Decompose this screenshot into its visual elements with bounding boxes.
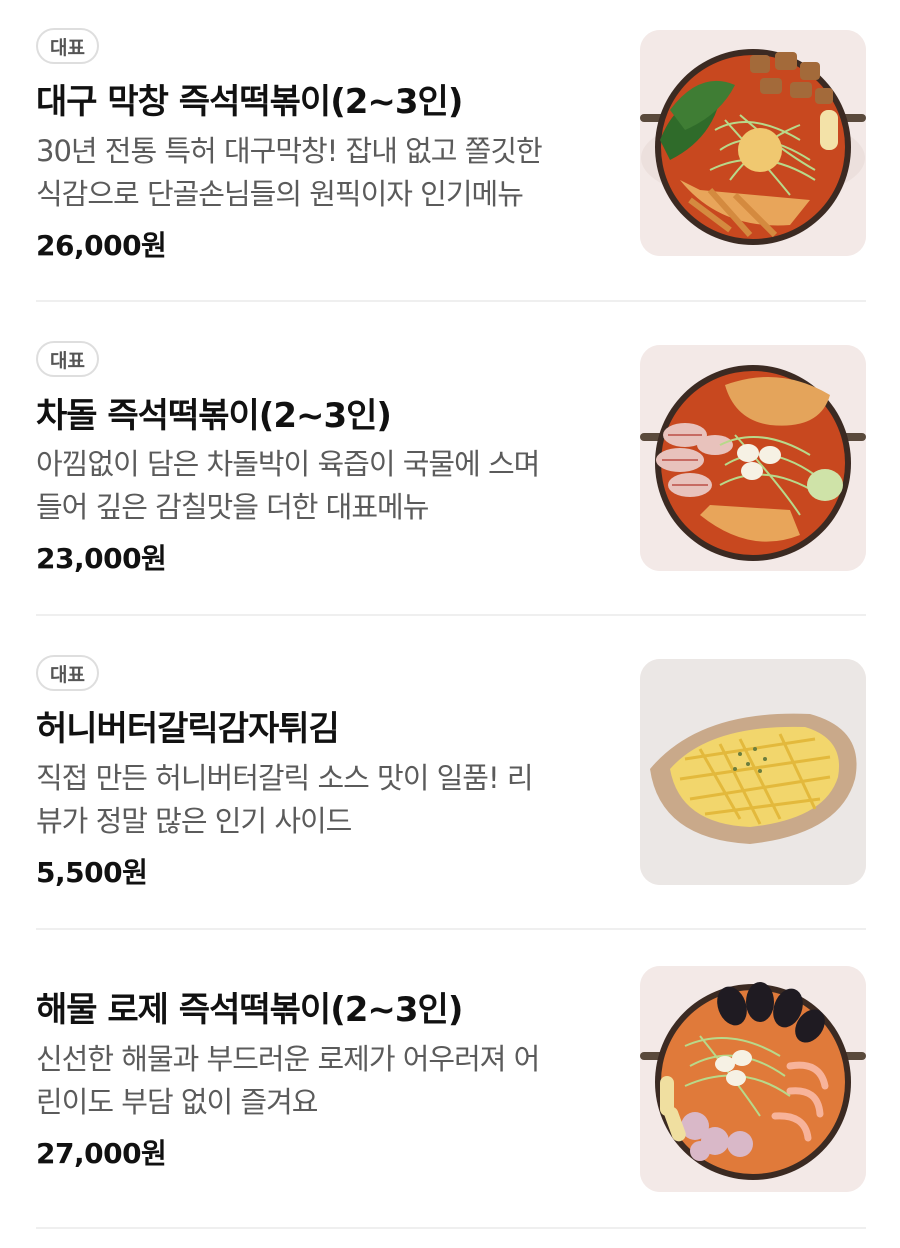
menu-item-name: 해물 로제 즉석떡볶이(2~3인) — [36, 990, 463, 1030]
menu-item-seafood-rose-tteokbokki[interactable]: 해물 로제 즉석떡볶이(2~3인) 신선한 해물과 부드러운 로제가 어우러져 … — [36, 966, 866, 1194]
menu-item-price: 26,000원 — [36, 229, 167, 262]
divider — [36, 614, 866, 616]
menu-item-chadol-tteokbokki[interactable]: 대표 차돌 즉석떡볶이(2~3인) 아낌없이 담은 차돌박이 육즙이 국물에 스… — [36, 341, 866, 575]
menu-item-name: 차돌 즉석떡볶이(2~3인) — [36, 396, 392, 436]
menu-item-price: 23,000원 — [36, 542, 167, 575]
menu-item-name: 대구 막창 즉석떡볶이(2~3인) — [36, 82, 463, 122]
menu-item-price: 27,000원 — [36, 1137, 167, 1170]
signature-badge: 대표 — [36, 655, 99, 691]
menu-list: 대표 대구 막창 즉석떡볶이(2~3인) 30년 전통 특허 대구막창! 잡내 … — [0, 0, 900, 1248]
divider — [36, 300, 866, 302]
menu-item-description: 30년 전통 특허 대구막창! 잡내 없고 쫄깃한 식감으로 단골손님들의 원픽… — [36, 134, 543, 211]
menu-item-photo[interactable] — [640, 345, 866, 571]
divider — [36, 928, 866, 930]
signature-badge: 대표 — [36, 28, 99, 64]
signature-badge: 대표 — [36, 341, 99, 377]
menu-item-photo[interactable] — [640, 966, 866, 1192]
menu-item-photo[interactable] — [640, 30, 866, 256]
menu-item-photo[interactable] — [640, 659, 866, 885]
menu-item-description: 직접 만든 허니버터갈릭 소스 맛이 일품! 리 뷰가 정말 많은 인기 사이드 — [36, 761, 534, 838]
menu-item-description: 아낌없이 담은 차돌박이 육즙이 국물에 스며 들어 깊은 감칠맛을 더한 대표… — [36, 447, 540, 524]
menu-item-description: 신선한 해물과 부드러운 로제가 어우러져 어 린이도 부담 없이 즐겨요 — [36, 1042, 540, 1119]
menu-item-makchang-tteokbokki[interactable]: 대표 대구 막창 즉석떡볶이(2~3인) 30년 전통 특허 대구막창! 잡내 … — [36, 28, 866, 262]
menu-item-name: 허니버터갈릭감자튀김 — [36, 709, 340, 749]
menu-item-honey-butter-fries[interactable]: 대표 허니버터갈릭감자튀김 직접 만든 허니버터갈릭 소스 맛이 일품! 리 뷰… — [36, 655, 866, 889]
divider — [36, 1227, 866, 1229]
menu-item-price: 5,500원 — [36, 856, 148, 889]
